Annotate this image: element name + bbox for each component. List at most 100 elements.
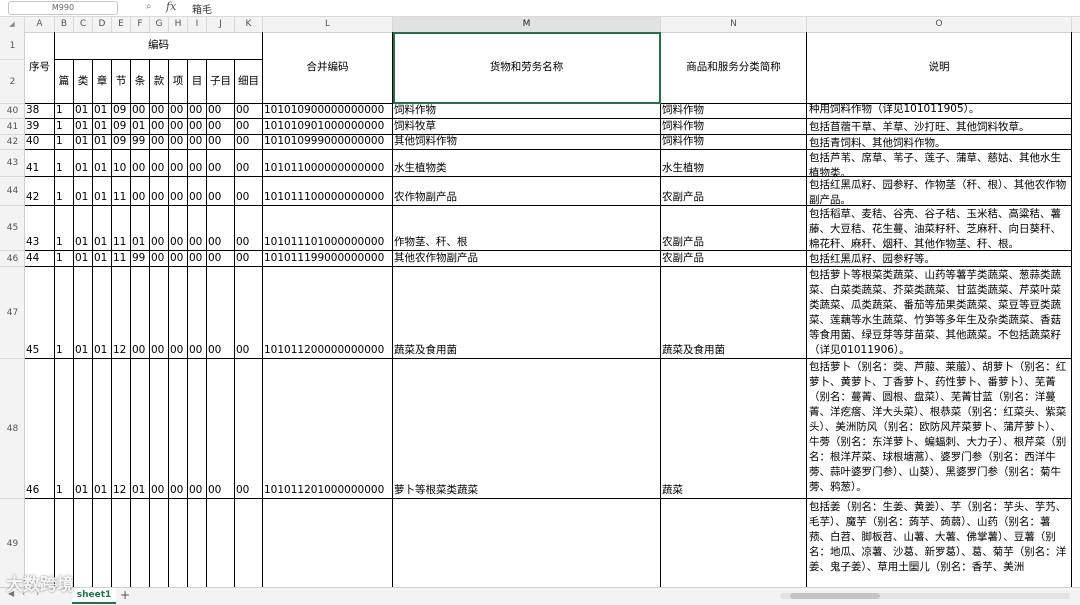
row-header-1[interactable]: 1: [0, 32, 24, 60]
code-cell[interactable]: 09: [112, 119, 131, 135]
fx-icon[interactable]: fx: [166, 0, 176, 13]
seq-cell[interactable]: 45: [25, 267, 55, 359]
merged-code-cell[interactable]: 101011100000000000: [263, 177, 393, 206]
description-cell[interactable]: 包括青饲料、其他饲料作物。: [807, 135, 1072, 150]
description-cell[interactable]: 包括红黑瓜籽、园参籽等。: [807, 251, 1072, 267]
code-cell[interactable]: 11: [112, 251, 131, 267]
code-cell[interactable]: 01: [131, 206, 150, 251]
code-cell[interactable]: 00: [188, 135, 207, 150]
row-header-48[interactable]: 48: [0, 359, 24, 499]
code-cell[interactable]: 01: [93, 104, 112, 119]
header-code-part-cell[interactable]: 章: [93, 60, 112, 104]
code-cell[interactable]: 01: [93, 150, 112, 177]
code-cell[interactable]: 00: [188, 150, 207, 177]
scrollbar-thumb[interactable]: [790, 593, 880, 599]
row-header-45[interactable]: 45: [0, 206, 24, 251]
code-cell[interactable]: [169, 499, 188, 587]
goods-name-cell[interactable]: 饲料作物: [393, 104, 661, 119]
code-cell[interactable]: 99: [131, 251, 150, 267]
merged-code-cell[interactable]: 101011200000000000: [263, 267, 393, 359]
description-cell[interactable]: 包括萝卜等根菜类蔬菜、山药等薯芋类蔬菜、葱蒜类蔬菜、白菜类蔬菜、芥菜类蔬菜、甘蓝…: [807, 267, 1072, 359]
code-cell[interactable]: 00: [131, 267, 150, 359]
select-all-corner[interactable]: ◢: [0, 17, 25, 32]
column-header-e[interactable]: E: [112, 17, 131, 32]
horizontal-scrollbar[interactable]: [780, 593, 1070, 599]
header-code-part-cell[interactable]: 子目: [207, 60, 235, 104]
code-cell[interactable]: 00: [235, 104, 263, 119]
description-cell[interactable]: 包括姜（别名：生姜、黄姜）、芋（别名：芋头、芋艿、毛芋）、魔芋（别名：蒟芋、蒟蒻…: [807, 499, 1072, 587]
header-code-group-cell[interactable]: 编码: [55, 32, 263, 60]
formula-input[interactable]: 箱毛: [192, 1, 212, 16]
add-sheet-button[interactable]: +: [120, 588, 130, 602]
goods-name-cell[interactable]: 饲料牧草: [393, 119, 661, 135]
code-cell[interactable]: 01: [74, 119, 93, 135]
code-cell[interactable]: 00: [188, 359, 207, 499]
header-code-part-cell[interactable]: 款: [150, 60, 169, 104]
code-cell[interactable]: 00: [207, 267, 235, 359]
column-header-a[interactable]: A: [25, 17, 55, 32]
spreadsheet-grid[interactable]: 序号 编码篇类章节条款项目子目 细目 合并编码 货物和劳务名称 商品和服务分类简称 说明 38…: [25, 32, 1080, 587]
code-cell[interactable]: 01: [93, 251, 112, 267]
code-cell[interactable]: 00: [150, 104, 169, 119]
header-code-part-cell[interactable]: 条: [131, 60, 150, 104]
code-cell[interactable]: 01: [131, 359, 150, 499]
code-cell[interactable]: 00: [235, 359, 263, 499]
code-cell[interactable]: 00: [207, 104, 235, 119]
code-cell[interactable]: 01: [74, 104, 93, 119]
row-header-43[interactable]: 43: [0, 150, 24, 177]
goods-name-cell[interactable]: 水生植物类: [393, 150, 661, 177]
code-cell[interactable]: 00: [235, 135, 263, 150]
code-cell[interactable]: 00: [169, 206, 188, 251]
goods-name-cell[interactable]: 作物茎、秆、根: [393, 206, 661, 251]
code-cell[interactable]: 01: [74, 177, 93, 206]
code-cell[interactable]: 00: [207, 150, 235, 177]
code-cell[interactable]: [112, 499, 131, 587]
header-code-part-cell[interactable]: 篇: [55, 60, 74, 104]
merged-code-cell[interactable]: 101011199000000000: [263, 251, 393, 267]
merged-code-cell[interactable]: [263, 499, 393, 587]
code-cell[interactable]: 00: [207, 251, 235, 267]
code-cell[interactable]: 1: [55, 104, 74, 119]
code-cell[interactable]: 00: [169, 104, 188, 119]
code-cell[interactable]: 12: [112, 359, 131, 499]
code-cell[interactable]: 12: [112, 267, 131, 359]
column-header-i[interactable]: I: [188, 17, 207, 32]
name-box[interactable]: M990: [8, 1, 118, 15]
code-cell[interactable]: 01: [74, 267, 93, 359]
column-header-m[interactable]: M: [393, 17, 661, 32]
code-cell[interactable]: 1: [55, 206, 74, 251]
code-cell[interactable]: 00: [188, 251, 207, 267]
code-cell[interactable]: 00: [150, 177, 169, 206]
code-cell[interactable]: 00: [188, 119, 207, 135]
code-cell[interactable]: [207, 499, 235, 587]
code-cell[interactable]: 00: [235, 267, 263, 359]
merged-code-cell[interactable]: 101011201000000000: [263, 359, 393, 499]
code-cell[interactable]: 00: [150, 119, 169, 135]
goods-name-cell[interactable]: 蔬菜及食用菌: [393, 267, 661, 359]
merged-code-cell[interactable]: 101011000000000000: [263, 150, 393, 177]
code-cell[interactable]: 00: [188, 104, 207, 119]
description-cell[interactable]: 包括芦苇、席草、苇子、莲子、蒲草、慈姑、其他水生植物类。: [807, 150, 1072, 177]
header-code-part-cell[interactable]: 节: [112, 60, 131, 104]
code-cell[interactable]: [235, 499, 263, 587]
description-cell[interactable]: 包括萝卜（别名：葖、芦菔、莱菔）、胡萝卜（别名：红萝卜、黄萝卜、丁香萝卜、药性萝…: [807, 359, 1072, 499]
goods-name-cell[interactable]: 萝卜等根菜类蔬菜: [393, 359, 661, 499]
code-cell[interactable]: 01: [131, 119, 150, 135]
row-header-46[interactable]: 46: [0, 251, 24, 267]
seq-cell[interactable]: 44: [25, 251, 55, 267]
column-header-j[interactable]: J: [207, 17, 235, 32]
category-cell[interactable]: 饲料作物: [661, 119, 807, 135]
code-cell[interactable]: 1: [55, 135, 74, 150]
category-cell[interactable]: 农副产品: [661, 206, 807, 251]
goods-name-cell[interactable]: [393, 499, 661, 587]
code-cell[interactable]: [188, 499, 207, 587]
row-header-40[interactable]: 40: [0, 104, 24, 119]
code-cell[interactable]: 00: [169, 150, 188, 177]
seq-cell[interactable]: 38: [25, 104, 55, 119]
code-cell[interactable]: 00: [235, 206, 263, 251]
category-cell[interactable]: 农副产品: [661, 251, 807, 267]
merged-code-cell[interactable]: 101010901000000000: [263, 119, 393, 135]
code-cell[interactable]: 01: [74, 150, 93, 177]
code-cell[interactable]: 1: [55, 177, 74, 206]
seq-cell[interactable]: 40: [25, 135, 55, 150]
